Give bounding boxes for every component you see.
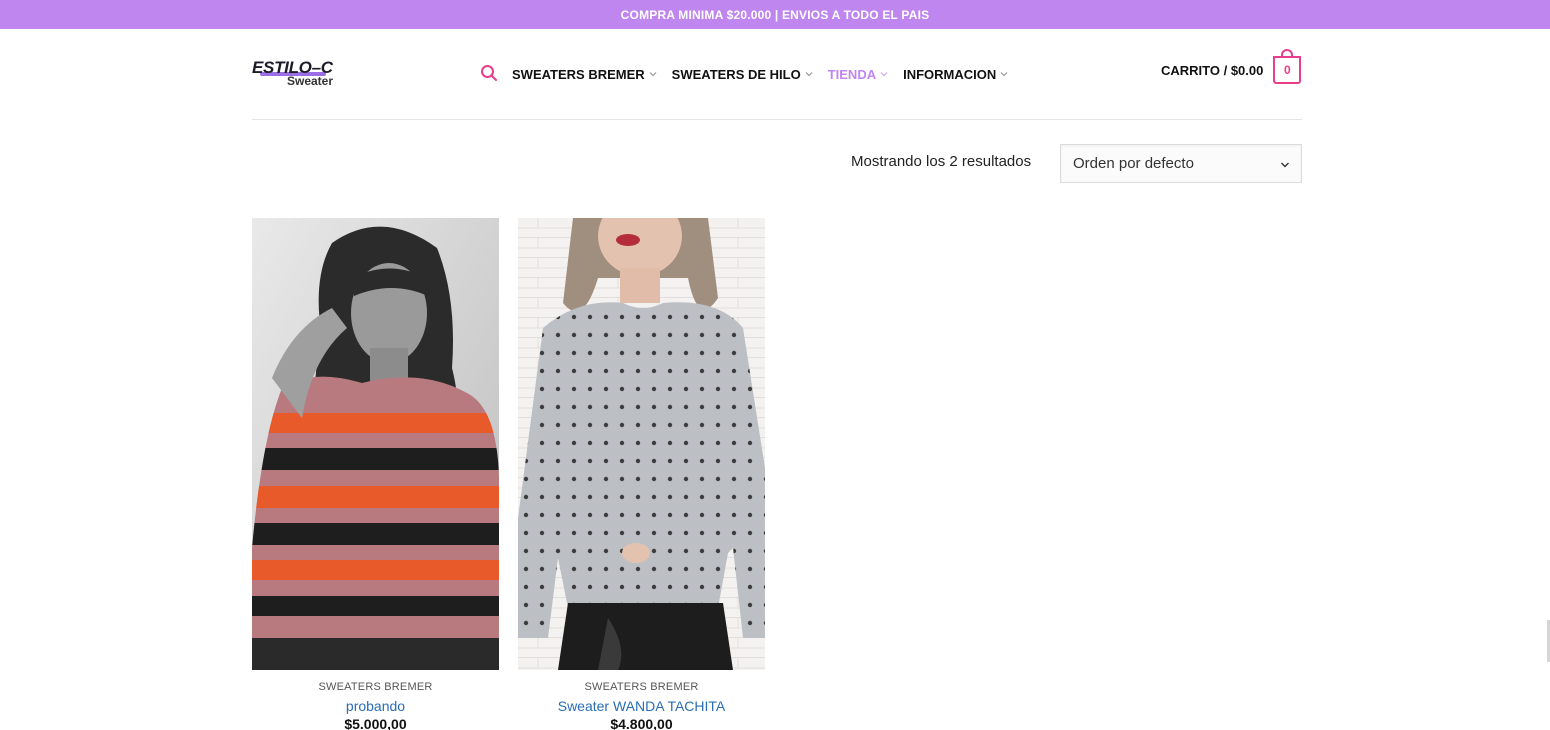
site-logo[interactable]: ESTILO–C Sweater	[252, 58, 344, 92]
nav-item-sweaters-de-hilo[interactable]: SWEATERS DE HILO	[672, 67, 814, 82]
product-category: SWEATERS BREMER	[584, 681, 699, 693]
product-name-link[interactable]: probando	[252, 698, 499, 714]
nav-item-sweaters-bremer[interactable]: SWEATERS BREMER	[512, 67, 658, 82]
chevron-down-icon	[880, 72, 888, 77]
cart-count: 0	[1284, 63, 1291, 77]
product-category: SWEATERS BREMER	[318, 681, 433, 693]
product-price: $4.800,00	[610, 716, 673, 730]
nav-item-label: SWEATERS BREMER	[512, 66, 645, 82]
nav-item-label: SWEATERS DE HILO	[671, 66, 801, 82]
cart-label: CARRITO / $0.00	[1161, 62, 1264, 78]
header-divider	[252, 119, 1302, 120]
logo-sub-text: Sweater	[287, 74, 334, 88]
orderby-select[interactable]: Orden por defecto	[1060, 144, 1302, 183]
promo-topbar: COMPRA MINIMA $20.000 | ENVIOS A TODO EL…	[0, 0, 1550, 29]
nav-item-informacion[interactable]: INFORMACION	[903, 67, 1009, 82]
product-name-link[interactable]: Sweater WANDA TACHITA	[518, 698, 765, 714]
product-price: $5.000,00	[344, 716, 407, 730]
orderby-selected-value: Orden por defecto	[1073, 155, 1194, 172]
search-icon[interactable]	[480, 64, 498, 82]
product-card: SWEATERS BREMER probando $5.000,00	[252, 218, 499, 730]
chevron-down-icon	[649, 72, 657, 77]
nav-item-tienda[interactable]: TIENDA	[828, 67, 889, 82]
product-card: SWEATERS BREMER Sweater WANDA TACHITA $4…	[518, 218, 765, 730]
nav-item-label: INFORMACION	[903, 66, 997, 82]
product-image[interactable]	[518, 218, 765, 670]
chevron-down-icon	[805, 72, 813, 77]
product-image[interactable]	[252, 218, 499, 670]
chevron-down-icon	[1000, 72, 1008, 77]
cart-icon[interactable]: 0	[1273, 49, 1302, 84]
cart-button[interactable]: CARRITO / $0.00 0	[1161, 49, 1302, 84]
chevron-down-icon	[1281, 162, 1289, 168]
cart-icon-handle	[1281, 49, 1294, 57]
main-nav: SWEATERS BREMER SWEATERS DE HILO TIENDA …	[512, 64, 1023, 84]
result-count: Mostrando los 2 resultados	[851, 153, 1032, 170]
nav-item-label: TIENDA	[827, 66, 877, 82]
promo-text: COMPRA MINIMA $20.000 | ENVIOS A TODO EL…	[620, 7, 930, 22]
